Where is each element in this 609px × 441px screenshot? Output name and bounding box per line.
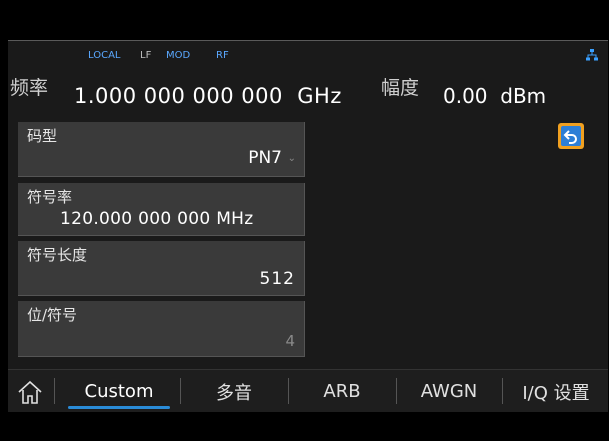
pattern-label: 码型: [27, 127, 58, 145]
tab-separator: [54, 378, 55, 404]
bits-per-symbol-label: 位/符号: [27, 306, 78, 324]
tab-multitone[interactable]: 多音: [184, 370, 284, 412]
status-row: LOCAL LF MOD RF: [8, 50, 608, 64]
tab-custom[interactable]: Custom: [64, 370, 174, 412]
instrument-screen: LOCAL LF MOD RF 频率 1.000 000 000 000 GHz…: [8, 41, 608, 412]
frequency-unit: GHz: [297, 84, 342, 108]
amplitude-unit: dBm: [500, 84, 547, 108]
bottom-tab-bar: Custom 多音 ARB AWGN I/Q 设置: [8, 369, 608, 412]
symbol-rate-label: 符号率: [27, 188, 73, 206]
tab-arb[interactable]: ARB: [292, 370, 392, 412]
frequency-number: 1.000 000 000 000: [74, 84, 283, 108]
status-mod: MOD: [166, 50, 191, 61]
symbol-length-value: 512: [259, 269, 295, 289]
pattern-selector[interactable]: 码型 PN7 ⌄: [18, 122, 305, 177]
tab-iq-settings[interactable]: I/Q 设置: [506, 370, 606, 412]
bits-per-symbol-field: 位/符号 4: [18, 301, 305, 357]
status-rf: RF: [216, 50, 229, 61]
bits-per-symbol-value: 4: [285, 332, 295, 350]
tab-separator: [180, 378, 181, 404]
back-arrow-icon: [561, 126, 581, 146]
symbol-length-field[interactable]: 符号长度 512: [18, 241, 305, 296]
amplitude-number: 0.00: [443, 84, 488, 108]
status-local: LOCAL: [88, 50, 121, 61]
tab-awgn[interactable]: AWGN: [400, 370, 498, 412]
home-icon[interactable]: [16, 378, 44, 406]
back-button[interactable]: [558, 123, 584, 149]
symbol-rate-value: 120.000 000 000 MHz: [60, 209, 254, 229]
tab-separator: [502, 378, 503, 404]
symbol-length-label: 符号长度: [27, 246, 88, 264]
symbol-rate-field[interactable]: 符号率 120.000 000 000 MHz: [18, 183, 305, 236]
tab-separator: [396, 378, 397, 404]
amplitude-value[interactable]: 0.00 dBm: [443, 84, 546, 108]
pattern-value: PN7: [248, 148, 282, 168]
amplitude-label: 幅度: [381, 77, 420, 99]
frequency-value[interactable]: 1.000 000 000 000 GHz: [74, 84, 342, 108]
frequency-label: 频率: [10, 77, 49, 99]
status-lf: LF: [140, 50, 152, 61]
network-icon: [586, 49, 598, 61]
tab-separator: [288, 378, 289, 404]
chevron-down-icon: ⌄: [287, 153, 296, 164]
